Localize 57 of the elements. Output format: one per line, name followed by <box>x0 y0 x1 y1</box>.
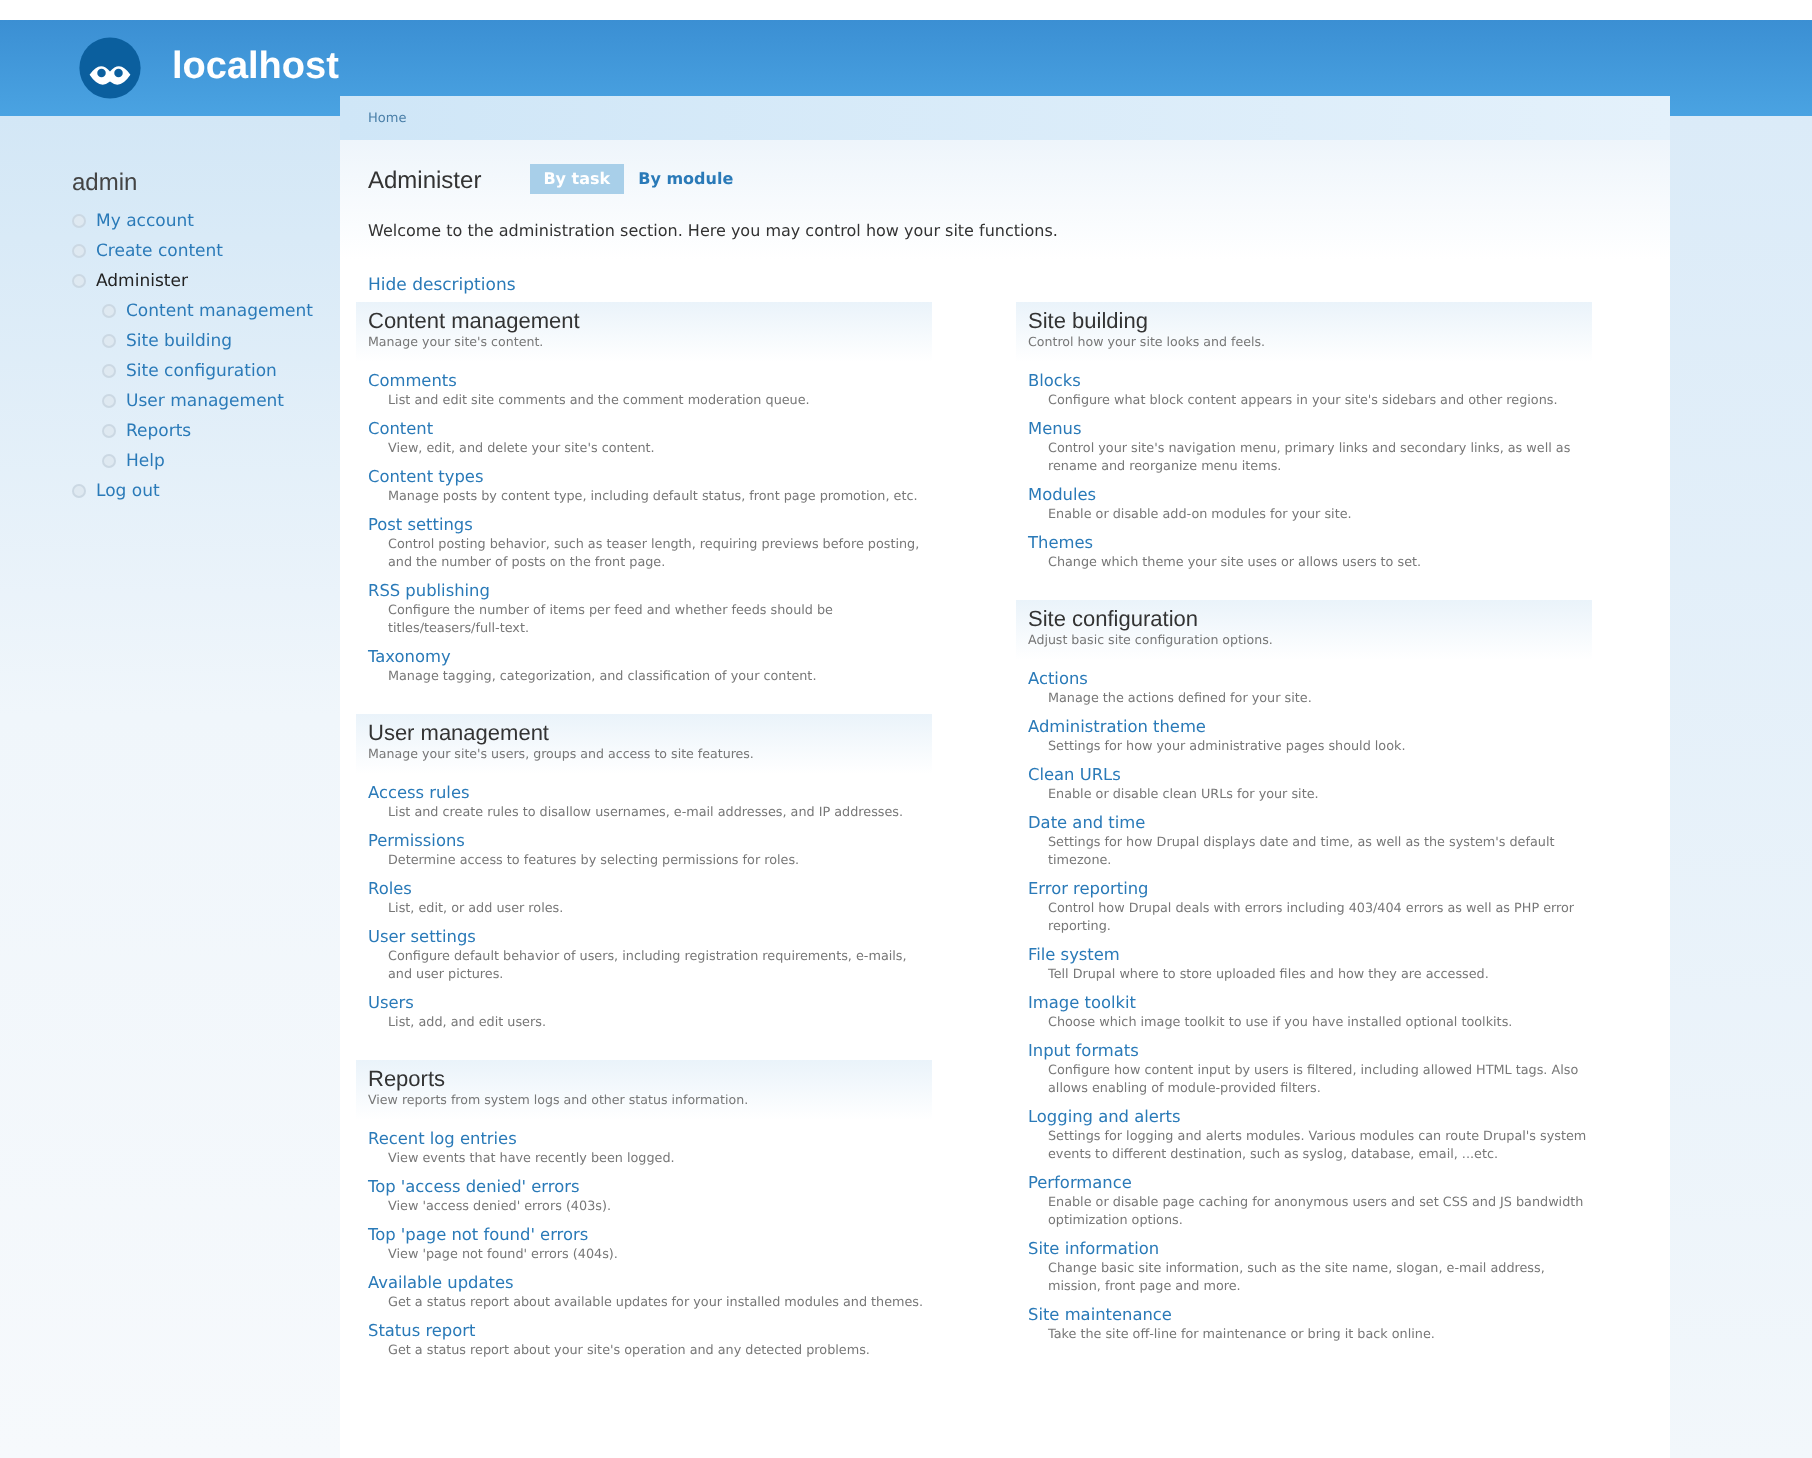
admin-link[interactable]: RSS publishing <box>368 580 932 602</box>
admin-link[interactable]: Status report <box>368 1320 932 1342</box>
admin-link[interactable]: Top 'page not found' errors <box>368 1224 932 1246</box>
admin-link[interactable]: Clean URLs <box>1028 764 1592 786</box>
section-title: Site building <box>1028 310 1150 334</box>
admin-link[interactable]: Recent log entries <box>368 1128 932 1150</box>
admin-link[interactable]: Comments <box>368 370 932 392</box>
admin-link[interactable]: Site information <box>1028 1238 1592 1260</box>
admin-link[interactable]: File system <box>1028 944 1592 966</box>
sidebar-item[interactable]: My account <box>96 211 194 231</box>
drop-logo-icon[interactable] <box>76 34 144 102</box>
admin-link[interactable]: Post settings <box>368 514 932 536</box>
admin-link[interactable]: User settings <box>368 926 932 948</box>
admin-link[interactable]: Blocks <box>1028 370 1592 392</box>
admin-link[interactable]: Content types <box>368 466 932 488</box>
sidebar-item[interactable]: Log out <box>96 481 160 501</box>
admin-link[interactable]: Top 'access denied' errors <box>368 1176 932 1198</box>
sidebar-item[interactable]: Create content <box>96 241 223 261</box>
tab[interactable]: By module <box>624 164 748 194</box>
admin-link[interactable]: Logging and alerts <box>1028 1106 1592 1128</box>
admin-link[interactable]: Roles <box>368 878 932 900</box>
sidebar-item[interactable]: Site configuration <box>126 361 277 381</box>
admin-link[interactable]: Taxonomy <box>368 646 932 668</box>
admin-link[interactable]: Modules <box>1028 484 1592 506</box>
hide-descriptions-link[interactable]: Hide descriptions <box>368 276 516 296</box>
sidebar-item[interactable]: Content management <box>126 301 313 321</box>
admin-link[interactable]: Image toolkit <box>1028 992 1592 1014</box>
admin-link[interactable]: Administration theme <box>1028 716 1592 738</box>
section-title: Content management <box>368 310 582 334</box>
section-title: Site configuration <box>1028 608 1200 632</box>
admin-link[interactable]: Actions <box>1028 668 1592 690</box>
admin-link[interactable]: Error reporting <box>1028 878 1592 900</box>
admin-link[interactable]: Available updates <box>368 1272 932 1294</box>
sidebar-item[interactable]: Reports <box>126 421 192 441</box>
bullet-icon <box>102 424 116 438</box>
intro-text: Welcome to the administration section. Here you may control how your site functions. <box>368 222 1060 240</box>
admin-link[interactable]: Input formats <box>1028 1040 1592 1062</box>
section-title: User management <box>368 722 551 746</box>
sidebar-item[interactable]: Administer <box>96 271 188 291</box>
bullet-icon <box>72 484 86 498</box>
section-title: Reports <box>368 1068 448 1092</box>
sidebar-item[interactable]: User management <box>126 391 285 411</box>
admin-link[interactable]: Content <box>368 418 932 440</box>
admin-link[interactable]: Performance <box>1028 1172 1592 1194</box>
site-name[interactable]: localhost <box>172 46 339 90</box>
sidebar-item[interactable]: Site building <box>126 331 233 351</box>
admin-link[interactable]: Permissions <box>368 830 932 852</box>
admin-link[interactable]: Date and time <box>1028 812 1592 834</box>
bullet-icon <box>102 454 116 468</box>
admin-link[interactable]: Users <box>368 992 932 1014</box>
sidebar-item[interactable]: Help <box>126 451 165 471</box>
admin-link[interactable]: Site maintenance <box>1028 1304 1592 1326</box>
admin-link[interactable]: Themes <box>1028 532 1592 554</box>
sidebar-title: admin <box>72 168 140 196</box>
admin-link[interactable]: Menus <box>1028 418 1592 440</box>
page-title: Administer <box>368 165 482 193</box>
admin-link[interactable]: Access rules <box>368 782 932 804</box>
